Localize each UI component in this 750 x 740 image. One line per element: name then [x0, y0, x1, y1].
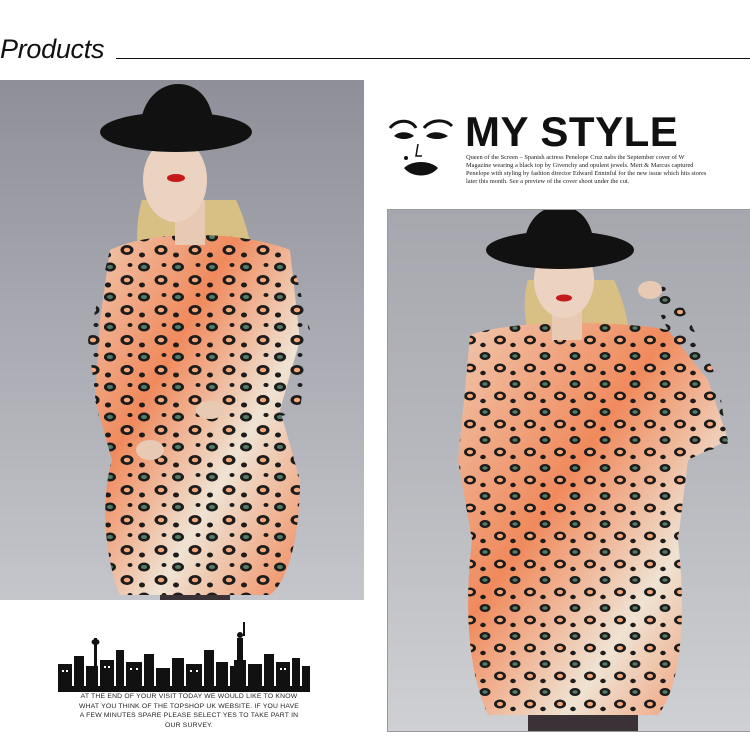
product-photo-side[interactable] [387, 209, 750, 732]
product-photo-front[interactable] [0, 80, 364, 600]
section-title: Products [0, 34, 105, 64]
model-illustration-side [458, 210, 728, 731]
marilyn-face-icon [386, 114, 456, 182]
city-skyline-icon [58, 620, 310, 692]
title-divider [116, 58, 750, 59]
my-style-heading: MY STYLE [465, 108, 679, 155]
my-style-paragraph: Queen of the Screen – Spanish actress Pe… [466, 154, 707, 185]
survey-note: AT THE END OF YOUR VISIT TODAY WE WOULD … [78, 693, 300, 729]
model-illustration-front [88, 84, 310, 600]
